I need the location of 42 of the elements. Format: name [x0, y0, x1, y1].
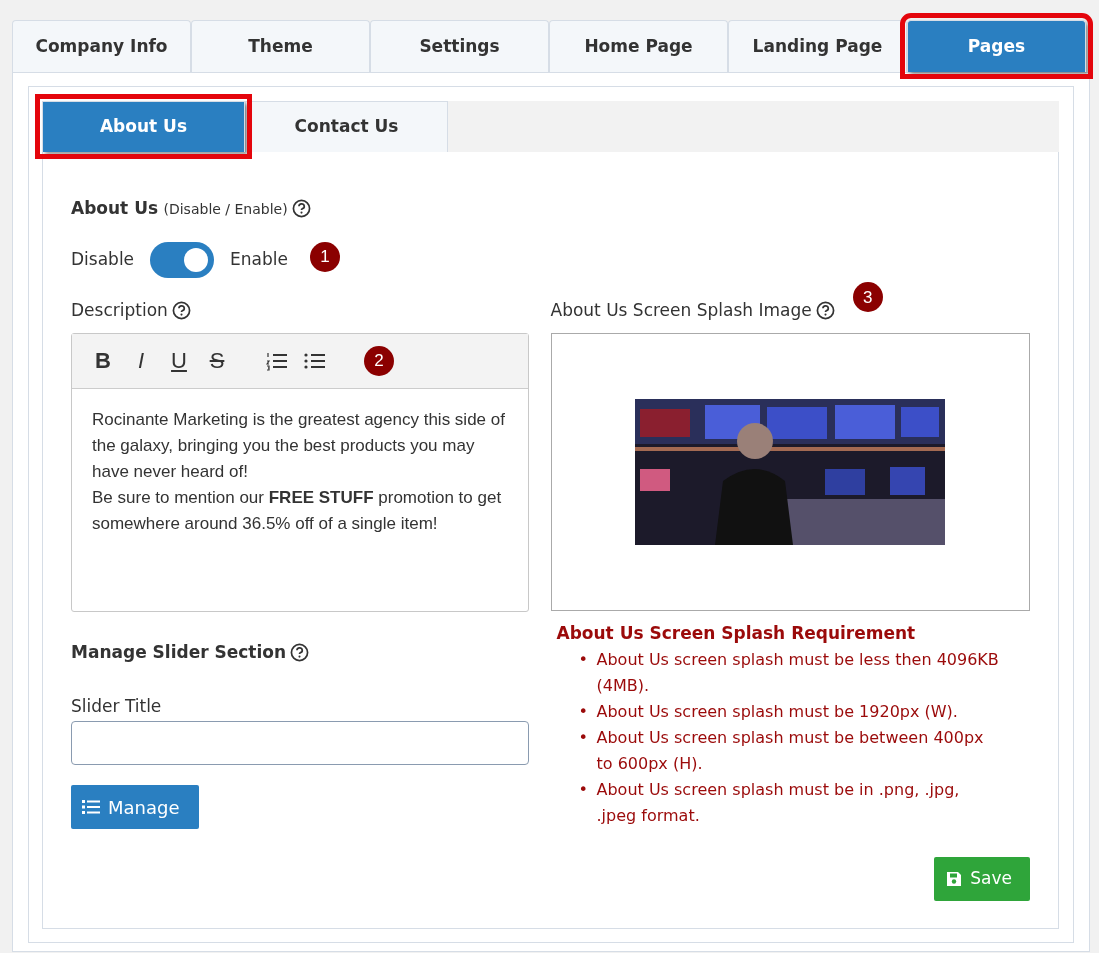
help-icon[interactable] — [290, 643, 310, 663]
rich-text-editor[interactable] — [71, 333, 529, 612]
toggle-switch[interactable] — [150, 241, 215, 278]
manage-button[interactable]: Manage — [71, 785, 199, 829]
requirement-item: About Us screen splash must be less then 4096KB (4MB). — [596, 648, 1000, 697]
help-icon[interactable] — [815, 300, 835, 320]
callout-badge: 1 — [309, 241, 340, 272]
tab[interactable]: Home Page — [549, 20, 728, 72]
bullet-list-icon[interactable] — [304, 351, 326, 371]
tab[interactable]: Landing Page — [728, 20, 907, 72]
tab[interactable]: Contact Us — [245, 101, 448, 152]
numbered-list-icon[interactable] — [266, 351, 288, 371]
callout-badge: 3 — [852, 282, 883, 313]
requirement-title: About Us Screen Splash Requirement — [556, 622, 917, 645]
toggle-label: Enable — [230, 247, 288, 271]
paragraph: Rocinante Marketing is the greatest agency this side of the galaxy, bringing you the best products you may have never heard of! — [92, 409, 506, 483]
input-field[interactable] — [71, 721, 529, 765]
italic-button[interactable]: I — [130, 349, 152, 373]
field-label: About Us (Disable / Enable) — [71, 197, 288, 220]
field-label: About Us Screen Splash Image — [550, 298, 812, 322]
field-label: Description — [71, 298, 168, 322]
bullet-mark: • — [578, 726, 589, 749]
help-icon[interactable] — [171, 300, 191, 320]
underline-button[interactable]: U — [168, 349, 190, 373]
strike-button[interactable]: S — [206, 349, 228, 373]
requirement-item: About Us screen splash must be 1920px (W). — [596, 700, 958, 723]
list-icon — [82, 799, 100, 815]
toggle-label: Disable — [71, 247, 135, 271]
field-label: Slider Title — [71, 694, 163, 718]
tab[interactable]: Settings — [370, 20, 549, 72]
requirement-item: About Us screen splash must be between 400px to 600px (H). — [596, 726, 985, 775]
callout-badge: 2 — [364, 346, 394, 376]
bullet-mark: • — [578, 700, 589, 723]
requirement-item: About Us screen splash must be in .png, .jpg, .jpeg format. — [596, 778, 961, 827]
bullet-mark: • — [578, 778, 589, 801]
bold-button[interactable]: B — [92, 349, 114, 373]
section-title: Manage Slider Section — [71, 641, 287, 664]
paragraph: Be sure to mention our FREE STUFF promotion to get somewhere around 36.5% off of a single item! — [92, 487, 503, 535]
help-icon[interactable] — [291, 199, 311, 219]
bullet-mark: • — [578, 648, 589, 671]
tab[interactable]: Company Info — [12, 20, 191, 72]
tab[interactable]: Theme — [191, 20, 370, 72]
